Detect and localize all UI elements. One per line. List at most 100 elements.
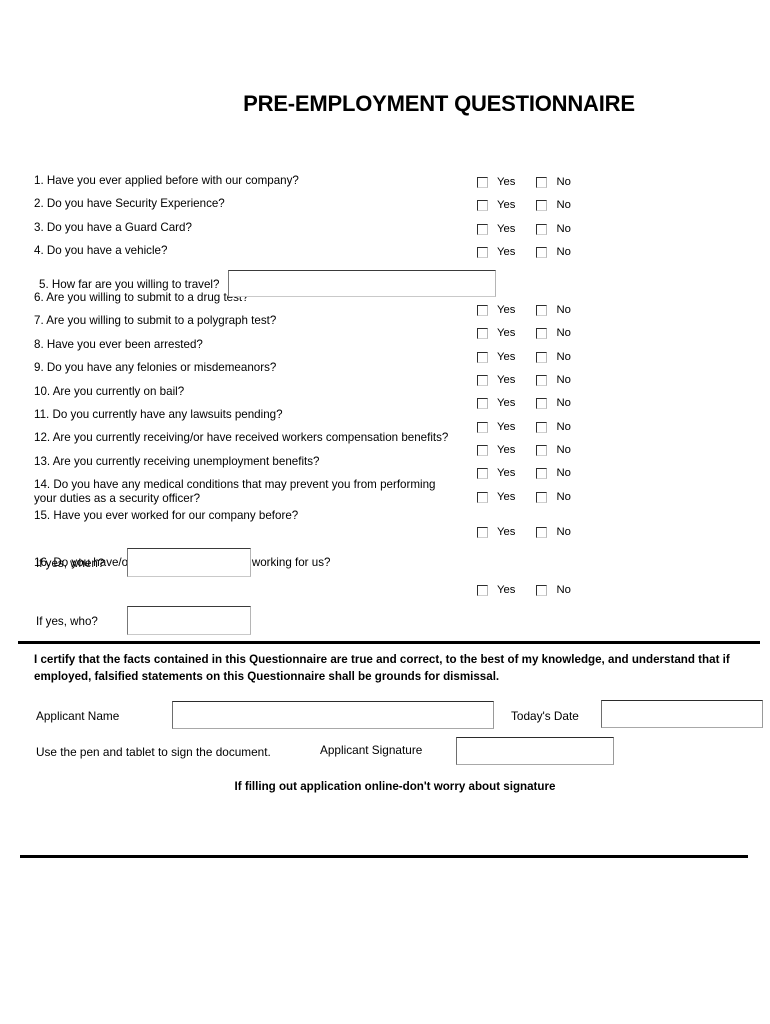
no-option-q7[interactable]: No <box>536 327 571 339</box>
no-option-q10[interactable]: No <box>536 397 571 409</box>
yes-option-q9[interactable]: Yes <box>477 374 515 386</box>
yes-option-q2[interactable]: Yes <box>477 199 516 211</box>
checkbox-yes-icon[interactable] <box>477 527 488 538</box>
question-row: 14. Do you have any medical conditions t… <box>34 475 734 506</box>
yes-option-q4[interactable]: Yes <box>477 246 515 258</box>
checkbox-no-icon[interactable] <box>536 177 548 188</box>
checkbox-yes-icon[interactable] <box>477 492 488 503</box>
yes-no-group-q9: Yes No <box>477 374 627 386</box>
checkbox-yes-icon[interactable] <box>477 468 488 479</box>
no-option-q1[interactable]: No <box>536 176 571 188</box>
no-label: No <box>556 304 571 316</box>
yes-option-q15[interactable]: Yes <box>477 526 515 538</box>
travel-distance-input[interactable] <box>228 270 496 297</box>
checkbox-yes-icon[interactable] <box>477 224 488 235</box>
question-row: 13. Are you currently receiving unemploy… <box>34 452 734 475</box>
yes-option-q14[interactable]: Yes <box>477 491 515 503</box>
yes-no-group-q7: Yes No <box>477 327 627 339</box>
yes-option-q12[interactable]: Yes <box>477 444 515 456</box>
if-yes-who-input[interactable] <box>127 606 251 635</box>
yes-no-group-q15: Yes No <box>477 526 627 538</box>
yes-no-group-q13: Yes No <box>477 467 627 479</box>
yes-no-group-q8: Yes No <box>477 351 627 363</box>
question-row: 15. Have you ever worked for our company… <box>34 506 734 529</box>
no-option-q15[interactable]: No <box>536 526 571 538</box>
checkbox-no-icon[interactable] <box>536 352 548 363</box>
checkbox-no-icon[interactable] <box>536 328 548 339</box>
question-row: 4. Do you have a vehicle? <box>34 241 734 264</box>
checkbox-yes-icon[interactable] <box>477 177 488 188</box>
yes-option-q7[interactable]: Yes <box>477 327 515 339</box>
yes-option-q10[interactable]: Yes <box>477 397 515 409</box>
checkbox-no-icon[interactable] <box>536 247 548 258</box>
no-label: No <box>556 374 571 386</box>
question-text: 4. Do you have a vehicle? <box>34 244 168 258</box>
applicant-name-label: Applicant Name <box>36 709 120 723</box>
yes-option-q1[interactable]: Yes <box>477 176 515 188</box>
no-option-q16[interactable]: No <box>536 584 571 596</box>
checkbox-yes-icon[interactable] <box>477 375 488 386</box>
question-text <box>34 529 504 532</box>
question-text: 8. Have you ever been arrested? <box>34 337 203 351</box>
yes-option-q13[interactable]: Yes <box>477 467 515 479</box>
yes-option-q11[interactable]: Yes <box>477 421 515 433</box>
question-row: 10. Are you currently on bail? <box>34 382 734 405</box>
no-option-q3[interactable]: No <box>536 223 571 235</box>
checkbox-no-icon[interactable] <box>536 200 548 211</box>
no-option-q8[interactable]: No <box>536 351 571 363</box>
applicant-signature-field[interactable] <box>456 737 614 765</box>
question-row: 7. Are you willing to submit to a polygr… <box>34 311 734 334</box>
no-option-q11[interactable]: No <box>536 421 571 433</box>
no-option-q12[interactable]: No <box>536 444 571 456</box>
no-option-q9[interactable]: No <box>536 374 571 386</box>
checkbox-yes-icon[interactable] <box>477 247 488 258</box>
checkbox-yes-icon[interactable] <box>477 200 488 211</box>
yes-no-group-q12: Yes No <box>477 444 627 456</box>
checkbox-no-icon[interactable] <box>536 445 548 456</box>
todays-date-input[interactable] <box>601 700 763 728</box>
question-text: 11. Do you currently have any lawsuits p… <box>34 407 283 421</box>
no-option-q4[interactable]: No <box>536 246 571 258</box>
yes-option-q8[interactable]: Yes <box>477 351 515 363</box>
yes-no-group-q10: Yes No <box>477 397 627 409</box>
no-option-q13[interactable]: No <box>536 467 571 479</box>
checkbox-yes-icon[interactable] <box>477 398 488 409</box>
no-option-q6[interactable]: No <box>536 304 571 316</box>
checkbox-no-icon[interactable] <box>536 585 548 596</box>
no-label: No <box>556 176 571 188</box>
applicant-signature-row: Use the pen and tablet to sign the docum… <box>34 737 754 771</box>
question-text: 7. Are you willing to submit to a polygr… <box>34 314 277 328</box>
no-label: No <box>556 223 571 235</box>
checkbox-no-icon[interactable] <box>536 305 548 316</box>
no-label: No <box>556 421 571 433</box>
yes-option-q3[interactable]: Yes <box>477 223 515 235</box>
checkbox-yes-icon[interactable] <box>477 422 488 433</box>
checkbox-no-icon[interactable] <box>536 398 548 409</box>
checkbox-no-icon[interactable] <box>536 422 548 433</box>
applicant-name-row: Applicant Name Today's Date <box>34 700 763 734</box>
yes-option-q6[interactable]: Yes <box>477 304 515 316</box>
checkbox-no-icon[interactable] <box>536 375 548 386</box>
yes-no-group-q6: Yes No <box>477 304 627 316</box>
checkbox-yes-icon[interactable] <box>477 585 488 596</box>
yes-label: Yes <box>497 199 516 211</box>
no-option-q14[interactable]: No <box>536 491 571 503</box>
question-text: 12. Are you currently receiving/or have … <box>34 431 449 445</box>
question-text <box>34 265 504 268</box>
checkbox-yes-icon[interactable] <box>477 305 488 316</box>
question-row: 12. Are you currently receiving/or have … <box>34 428 734 451</box>
checkbox-yes-icon[interactable] <box>477 445 488 456</box>
if-yes-who-label: If yes, who? <box>36 615 98 628</box>
yes-no-group-q11: Yes No <box>477 421 627 433</box>
applicant-name-input[interactable] <box>172 701 494 729</box>
checkbox-yes-icon[interactable] <box>477 328 488 339</box>
checkbox-no-icon[interactable] <box>536 224 548 235</box>
checkbox-no-icon[interactable] <box>536 468 548 479</box>
certification-statement: I certify that the facts contained in th… <box>34 653 730 683</box>
checkbox-yes-icon[interactable] <box>477 352 488 363</box>
checkbox-no-icon[interactable] <box>536 527 548 538</box>
yes-option-q16[interactable]: Yes <box>477 584 515 596</box>
no-option-q2[interactable]: No <box>536 199 571 211</box>
if-yes-when-input[interactable] <box>127 548 251 577</box>
checkbox-no-icon[interactable] <box>536 492 548 503</box>
